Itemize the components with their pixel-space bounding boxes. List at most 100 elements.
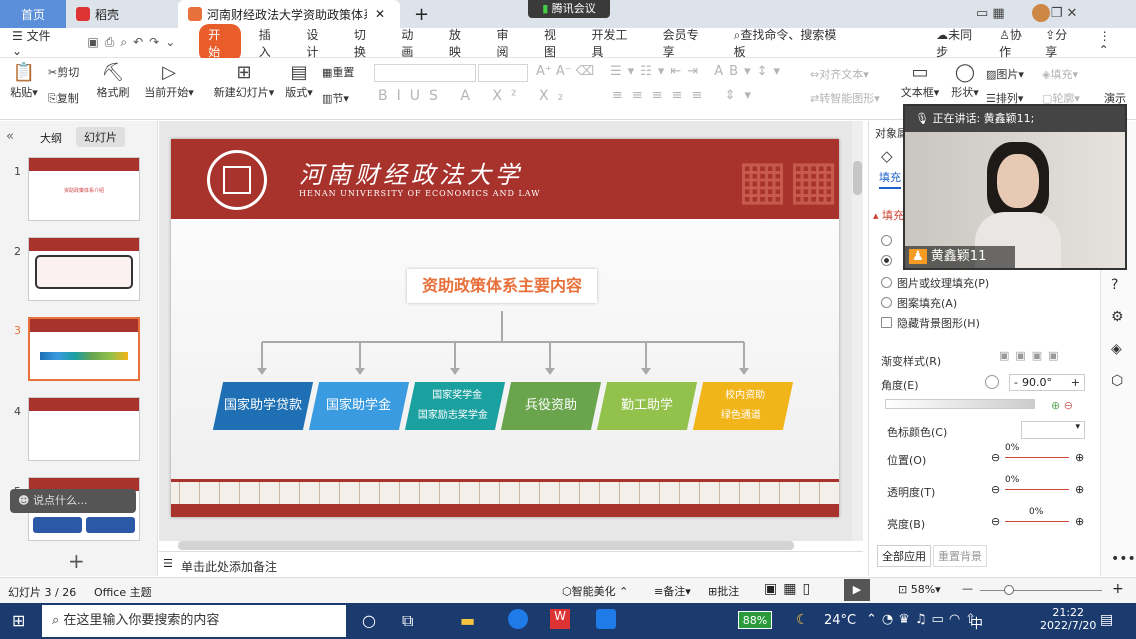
slide-thumb-3[interactable] xyxy=(28,317,140,381)
beautify-button[interactable]: ⬡智能美化 ⌃ xyxy=(562,583,628,599)
battery-indicator[interactable]: 88% xyxy=(738,611,772,629)
settings-icon[interactable]: ⚙ xyxy=(1111,309,1124,325)
radio-pattern-fill[interactable]: 图案填充(A) xyxy=(881,295,957,311)
layout-button[interactable]: ▤ 版式▾ xyxy=(282,62,316,100)
tab-home[interactable]: 首页 xyxy=(0,0,66,28)
menu-view[interactable]: 视图 xyxy=(532,26,580,60)
transparency-slider[interactable]: ⊖ 0% ⊕ xyxy=(991,475,1087,499)
meeting-app-icon[interactable] xyxy=(596,609,616,629)
slide[interactable]: 河南财经政法大学 HENAN UNIVERSITY OF ECONOMICS A… xyxy=(171,139,839,517)
horizontal-scrollbar[interactable] xyxy=(178,541,794,550)
windows-start-icon[interactable]: ⊞ xyxy=(12,611,25,630)
notes-placeholder[interactable]: 单击此处添加备注 xyxy=(181,558,277,575)
slide-thumb-4[interactable] xyxy=(28,397,140,461)
zoom-in-icon[interactable]: + xyxy=(1112,581,1124,597)
brightness-slider[interactable]: ⊖ 0% ⊕ xyxy=(991,507,1087,531)
help-icon[interactable]: ? xyxy=(1111,277,1118,293)
notes-bar[interactable]: ☰ 单击此处添加备注 xyxy=(159,551,863,576)
gradient-style-buttons[interactable]: ▣▣▣▣ xyxy=(999,349,1065,362)
window-controls[interactable]: ▭ ▦ — ❐ ✕ xyxy=(976,6,1077,21)
cube-icon[interactable]: ⬡ xyxy=(1111,373,1123,389)
weather-text[interactable]: 24°C xyxy=(824,613,856,628)
ime-indicator[interactable]: 中 xyxy=(970,613,983,632)
menu-slideshow[interactable]: 放映 xyxy=(437,26,485,60)
box-national-scholarship[interactable]: 国家奖学金 国家励志奖学金 xyxy=(404,382,506,430)
paste-button[interactable]: 📋 粘贴▾ xyxy=(8,62,40,100)
box-military-aid[interactable]: 兵役资助 xyxy=(500,382,602,430)
position-slider[interactable]: ⊖ 0% ⊕ xyxy=(991,443,1087,467)
collab-button[interactable]: ♙协作 xyxy=(995,26,1037,60)
close-icon[interactable]: ✕ xyxy=(375,7,385,21)
wps-icon[interactable]: W xyxy=(550,609,570,629)
radio-gradient-fill[interactable] xyxy=(881,255,897,268)
folder-icon[interactable]: ▬ xyxy=(460,611,475,630)
quick-access-icons[interactable]: ▣⎙⌕↶↷⌄ xyxy=(75,35,193,50)
align-text-button[interactable]: ⇔对齐文本▾ xyxy=(810,66,869,82)
font-size-select[interactable] xyxy=(478,64,528,82)
browser-icon[interactable] xyxy=(508,609,528,629)
notification-icon[interactable]: ▤ xyxy=(1100,612,1113,628)
radio-picture-fill[interactable]: 图片或纹理填充(P) xyxy=(881,275,989,291)
menu-animation[interactable]: 动画 xyxy=(389,26,437,60)
add-stop-icon[interactable]: ⊕ ⊖ xyxy=(1051,399,1073,412)
view-mode-buttons[interactable]: ▣▦▯ xyxy=(764,581,816,597)
apply-all-button[interactable]: 全部应用 xyxy=(877,545,931,567)
reset-button[interactable]: ▦重置 xyxy=(322,64,354,80)
menu-member[interactable]: 会员专享 xyxy=(651,26,722,60)
vertical-scrollbar[interactable] xyxy=(852,121,863,541)
play-slideshow-button[interactable]: ▶ xyxy=(844,579,870,601)
zoom-indicator[interactable]: ⊡ 58%▾ xyxy=(898,583,941,596)
slide-thumb-2[interactable] xyxy=(28,237,140,301)
list-buttons[interactable]: ☰▾☷▾⇤⇥ AB▾↕▾ xyxy=(610,64,786,79)
clock[interactable]: 21:22 2022/7/20 xyxy=(1040,606,1096,632)
shape-button[interactable]: ◯ 形状▾ xyxy=(948,62,982,100)
picture-button[interactable]: ▨图片▾ xyxy=(986,66,1024,82)
menu-insert[interactable]: 插入 xyxy=(247,26,295,60)
font-style-buttons[interactable]: BIUS A X² X₂ xyxy=(378,88,572,104)
meeting-indicator[interactable]: ▮ 腾讯会议 xyxy=(528,0,610,18)
tab-outline[interactable]: 大纲 xyxy=(40,130,62,146)
new-slide-button[interactable]: ⊞ 新建幻灯片▾ xyxy=(212,62,276,100)
angle-dial[interactable] xyxy=(985,375,999,389)
notes-button[interactable]: ≡备注▾ xyxy=(654,583,691,599)
copy-button[interactable]: ⎘复制 xyxy=(48,90,79,106)
menu-start[interactable]: 开始 xyxy=(199,23,241,62)
more-dots-icon[interactable]: ••• xyxy=(1111,551,1136,567)
cortana-icon[interactable]: ○ xyxy=(362,611,376,630)
fill-section-header[interactable]: ▴ 填充 xyxy=(873,207,904,223)
new-tab-button[interactable]: + xyxy=(404,0,439,28)
navigator-icon[interactable]: ◈ xyxy=(1111,341,1122,357)
textbox-button[interactable]: ▭ 文本框▾ xyxy=(900,62,940,100)
taskbar-search[interactable]: ⌕ 在这里输入你要搜索的内容 xyxy=(42,605,346,637)
angle-stepper[interactable]: -90.0° + xyxy=(1009,374,1085,391)
sync-status[interactable]: ☁未同步 xyxy=(924,26,995,60)
menu-devtools[interactable]: 开发工具 xyxy=(580,26,651,60)
menu-transition[interactable]: 切换 xyxy=(342,26,390,60)
tray-icons[interactable]: ⌃◔♛♫▭◠⇧ xyxy=(866,612,981,627)
search-command[interactable]: ⌕查找命令、搜索模板 xyxy=(722,26,858,60)
menu-design[interactable]: 设计 xyxy=(294,26,342,60)
align-buttons[interactable]: ≡≡≡≡≡ ⇕▾ xyxy=(612,88,760,103)
checkbox-hide-bg[interactable]: 隐藏背景图形(H) xyxy=(881,315,980,331)
hamburger-icon[interactable]: ☰ 文件 ⌄ xyxy=(0,27,75,58)
tab-slides[interactable]: 幻灯片 xyxy=(76,127,125,147)
reset-background-button[interactable]: 重置背景 xyxy=(933,545,987,567)
add-slide-button[interactable]: + xyxy=(68,549,85,573)
more-icon[interactable]: ⋮ ⌃ xyxy=(1087,29,1136,57)
task-view-icon[interactable]: ⧉ xyxy=(402,611,413,631)
tab-daoke[interactable]: 稻壳 xyxy=(66,0,176,28)
box-campus-aid[interactable]: 校内资助 绿色通道 xyxy=(692,382,794,430)
smart-graphic-button[interactable]: ⇄转智能图形▾ xyxy=(810,90,880,106)
font-name-select[interactable] xyxy=(374,64,476,82)
slide-thumb-1[interactable]: 资助政策体系介绍 xyxy=(28,157,140,221)
tab-fill[interactable]: 填充 xyxy=(879,169,901,189)
share-button[interactable]: ⇪分享 xyxy=(1037,26,1086,60)
avatar[interactable] xyxy=(1032,4,1050,22)
comment-input[interactable]: ☻ 说点什么... xyxy=(10,489,136,513)
collapse-panel-icon[interactable]: « xyxy=(6,129,14,144)
meeting-video-overlay[interactable]: 🎙 正在讲话: 黄鑫颖11; ♟ 黄鑫颖11 xyxy=(903,104,1127,270)
radio-fill-1[interactable] xyxy=(881,235,897,248)
gradient-bar[interactable] xyxy=(885,399,1035,409)
menu-review[interactable]: 审阅 xyxy=(484,26,532,60)
play-from-current-button[interactable]: ▷ 当前开始▾ xyxy=(144,62,194,100)
